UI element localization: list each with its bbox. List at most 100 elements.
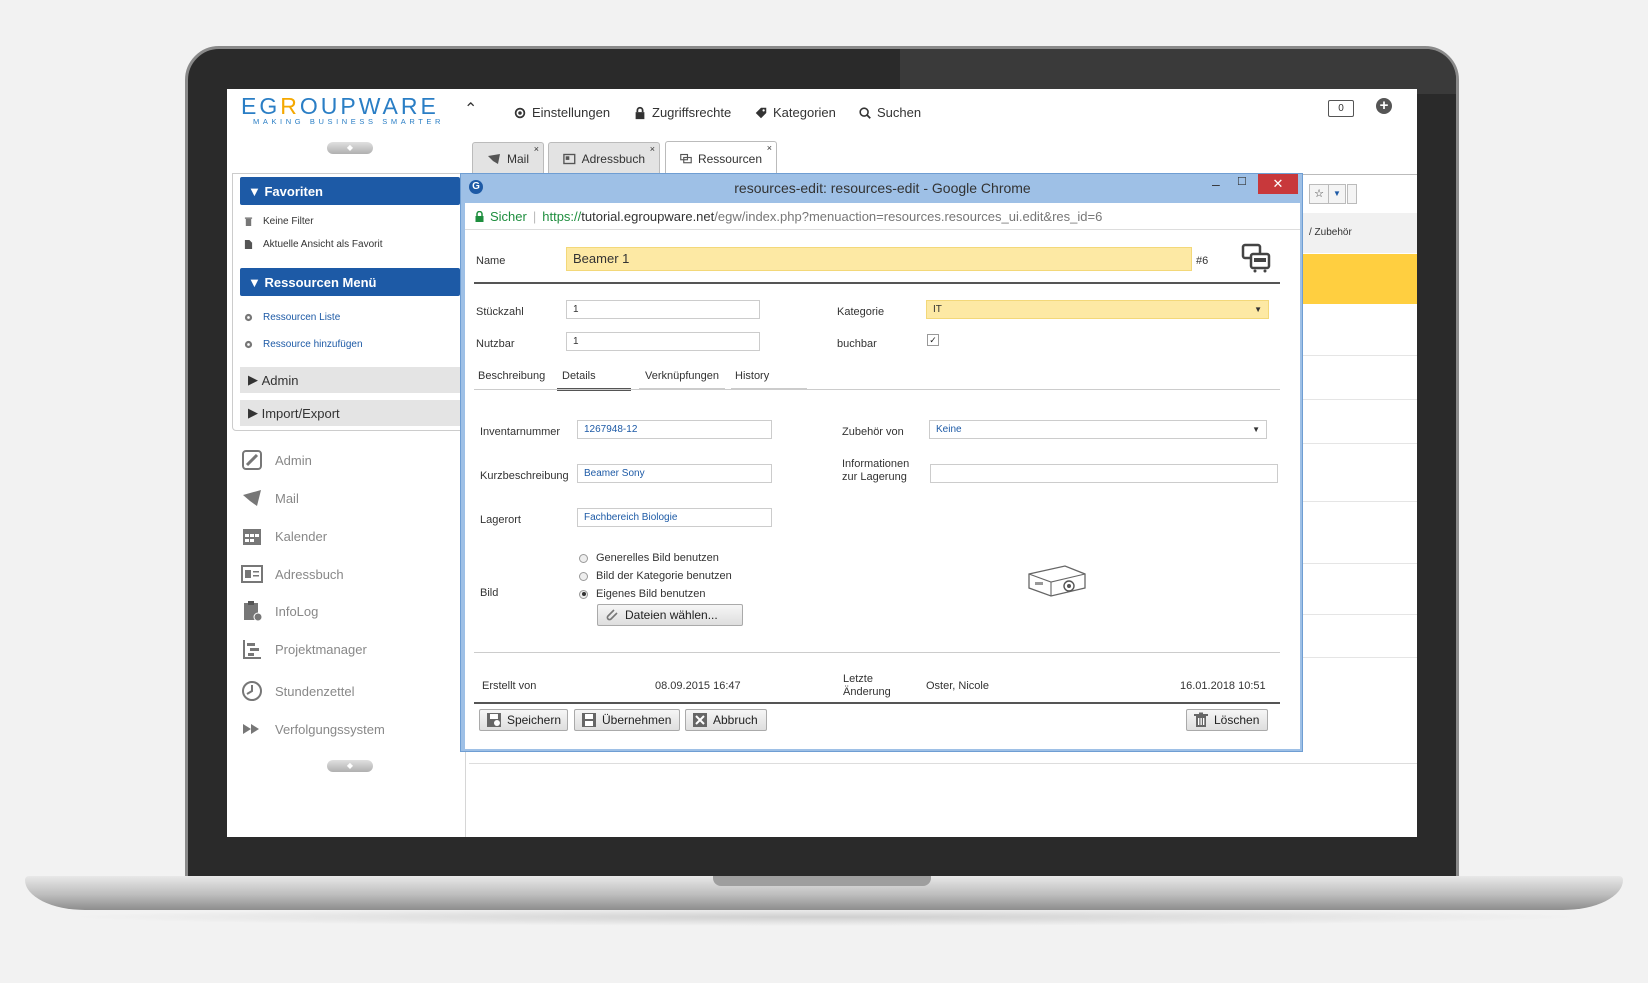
- subtab-verknuepfungen[interactable]: Verknüpfungen: [639, 370, 725, 390]
- sidebar-item-resources-list-label: Ressourcen Liste: [263, 312, 341, 323]
- resources-menu-header[interactable]: ▼ Ressourcen Menü: [240, 268, 460, 296]
- bookable-checkbox[interactable]: ✓: [927, 334, 939, 346]
- app-kalender[interactable]: Kalender: [241, 525, 327, 547]
- dropdown-arrow-icon[interactable]: ▼: [1328, 184, 1346, 204]
- buttons-divider: [474, 702, 1280, 704]
- tab-adressbuch[interactable]: Adressbuch ×: [548, 142, 660, 174]
- favorites-header[interactable]: ▼ Favoriten: [240, 177, 460, 205]
- trash-icon: [1194, 712, 1208, 727]
- subtab-divider: [474, 389, 1280, 390]
- bullet-icon: [244, 313, 253, 322]
- chevron-up-icon[interactable]: ⌃: [464, 99, 477, 119]
- grid-header-button[interactable]: [1347, 184, 1357, 204]
- bookable-label: buchbar: [837, 338, 877, 350]
- inventory-input[interactable]: 1267948-12: [577, 420, 772, 439]
- egroupware-logo[interactable]: EGROUPWARE: [241, 93, 439, 120]
- grid-row-divider: [1299, 563, 1417, 564]
- menu-search[interactable]: Suchen: [858, 105, 921, 120]
- radio-category-image[interactable]: Bild der Kategorie benutzen: [579, 570, 732, 582]
- radio-own-image[interactable]: Eigenes Bild benutzen: [579, 588, 705, 600]
- radio-button: [579, 571, 588, 581]
- grid-row-divider: [1299, 501, 1417, 502]
- document-icon: [244, 240, 253, 249]
- trash-icon: [244, 217, 253, 226]
- addressbook-icon: [563, 153, 576, 164]
- notification-counter[interactable]: 0: [1328, 100, 1354, 117]
- app-admin-label: Admin: [275, 452, 312, 468]
- sidebar-resize-handle-top[interactable]: ◆: [327, 142, 373, 154]
- last-change-date: 16.01.2018 10:51: [1180, 680, 1266, 692]
- accessory-select[interactable]: Keine ▼: [929, 420, 1267, 439]
- grid-row-divider: [1299, 443, 1417, 444]
- sidebar-item-add-resource[interactable]: Ressource hinzufügen: [244, 339, 363, 350]
- delete-button[interactable]: Löschen: [1186, 709, 1268, 731]
- category-select[interactable]: IT ▼: [926, 300, 1269, 319]
- app-mail[interactable]: Mail: [241, 487, 299, 509]
- menu-settings[interactable]: Einstellungen: [513, 105, 610, 120]
- sidebar-section-admin[interactable]: ▶ Admin: [240, 367, 460, 393]
- sidebar-section-import-export[interactable]: ▶ Import/Export: [240, 400, 460, 426]
- usable-input[interactable]: 1: [566, 332, 760, 351]
- menu-access[interactable]: Zugriffsrechte: [633, 105, 731, 120]
- browser-url-bar[interactable]: Sicher | https://tutorial.egroupware.net…: [465, 203, 1300, 230]
- chevron-down-icon: ▼: [1254, 305, 1262, 314]
- grid-row-selected[interactable]: [1303, 254, 1417, 304]
- delete-button-label: Löschen: [1214, 713, 1260, 727]
- close-icon[interactable]: ×: [534, 144, 539, 154]
- app-adressbuch[interactable]: Adressbuch: [241, 563, 344, 585]
- save-button[interactable]: Speichern: [479, 709, 568, 731]
- laptop-shadow: [60, 908, 1590, 926]
- subtab-details-label: Details: [562, 370, 596, 382]
- maximize-icon[interactable]: ☐: [1237, 175, 1247, 188]
- app-projektmanager[interactable]: Projektmanager: [241, 638, 367, 660]
- favorite-save-current[interactable]: Aktuelle Ansicht als Favorit: [244, 239, 383, 250]
- add-icon[interactable]: +: [1376, 98, 1392, 114]
- app-stundenzettel[interactable]: Stundenzettel: [241, 680, 355, 702]
- subtab-beschreibung[interactable]: Beschreibung: [478, 370, 545, 388]
- subtab-history[interactable]: History: [731, 370, 807, 390]
- close-icon[interactable]: ×: [767, 143, 772, 153]
- last-change-label-1: Letzte: [843, 673, 873, 685]
- app-verfolgungssystem[interactable]: Verfolgungssystem: [241, 718, 385, 740]
- app-kalender-label: Kalender: [275, 528, 328, 544]
- accessory-select-value: Keine: [936, 424, 962, 435]
- star-icon[interactable]: ☆: [1309, 184, 1329, 204]
- menu-categories-label: Kategorien: [773, 105, 836, 120]
- lock-icon: [635, 106, 645, 119]
- minimize-icon[interactable]: –: [1212, 176, 1220, 192]
- menu-categories[interactable]: Kategorien: [754, 105, 836, 120]
- cancel-button[interactable]: Abbruch: [685, 709, 767, 731]
- project-icon: [243, 640, 261, 659]
- save-button-label: Speichern: [506, 713, 561, 727]
- menu-search-label: Suchen: [877, 105, 922, 120]
- radio-category-image-label: Bild der Kategorie benutzen: [596, 570, 732, 582]
- menu-settings-label: Einstellungen: [532, 105, 611, 120]
- favorite-no-filter[interactable]: Keine Filter: [244, 216, 314, 227]
- tab-ressourcen[interactable]: Ressourcen ×: [665, 141, 777, 175]
- subtab-details[interactable]: Details: [557, 370, 631, 391]
- cancel-button-label: Abbruch: [713, 713, 758, 727]
- tag-icon: [755, 107, 767, 118]
- quantity-input[interactable]: 1: [566, 300, 760, 319]
- sidebar-resize-handle-bottom[interactable]: ◆: [327, 760, 373, 772]
- radio-general-image[interactable]: Generelles Bild benutzen: [579, 552, 719, 564]
- name-input[interactable]: Beamer 1: [566, 247, 1192, 271]
- grid-column-header[interactable]: / Zubehör: [1303, 213, 1417, 253]
- app-admin[interactable]: Admin: [241, 449, 312, 471]
- apply-button[interactable]: Übernehmen: [574, 709, 680, 731]
- app-screen: EGROUPWARE MAKING BUSINESS SMARTER ⌃ Ein…: [227, 89, 1417, 837]
- app-infolog[interactable]: InfoLog: [241, 600, 318, 622]
- tab-mail[interactable]: Mail ×: [472, 142, 544, 174]
- choose-files-button[interactable]: Dateien wählen...: [597, 604, 743, 626]
- app-adressbuch-label: Adressbuch: [275, 566, 344, 582]
- storage-info-input[interactable]: [930, 464, 1278, 483]
- location-input[interactable]: Fachbereich Biologie: [577, 508, 772, 527]
- short-desc-input[interactable]: Beamer Sony: [577, 464, 772, 483]
- laptop-lid-reflection: [900, 49, 1456, 94]
- created-date: 08.09.2015 16:47: [655, 680, 741, 692]
- resource-edit-popup: G resources-edit: resources-edit - Googl…: [460, 173, 1303, 752]
- sidebar-item-resources-list[interactable]: Ressourcen Liste: [244, 312, 340, 323]
- window-close-button[interactable]: ✕: [1258, 174, 1298, 194]
- mail-icon: [487, 153, 500, 164]
- close-icon[interactable]: ×: [650, 144, 655, 154]
